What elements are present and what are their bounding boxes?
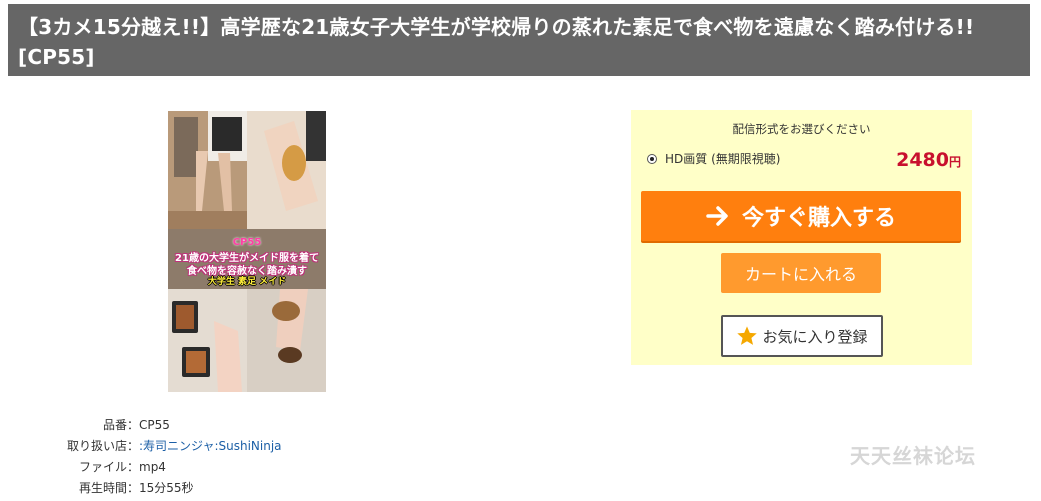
detail-label: 品番： [102, 418, 139, 432]
purchase-box: 配信形式をお選びください HD画質 (無期限視聴) 2480円 今すぐ購入する … [631, 110, 972, 365]
thumbnail-code: CP55 [232, 237, 262, 248]
thumbnail-tags: 大学生 素足 メイド [207, 277, 287, 287]
shop-link[interactable]: :寿司ニンジャ:SushiNinja [139, 439, 282, 453]
product-title: 【3カメ15分越え!!】高学歴な21歳女子大学生が学校帰りの蒸れた素足で食べ物を… [18, 15, 975, 69]
format-option-hd[interactable]: HD画質 (無期限視聴) [647, 150, 780, 167]
detail-label: ファイル： [78, 460, 139, 474]
product-details: 品番： CP55 取り扱い店： :寿司ニンジャ:SushiNinja ファイル：… [55, 415, 375, 499]
arrow-right-icon [706, 206, 728, 226]
favorite-label: お気に入り登録 [762, 327, 868, 346]
detail-label: 取り扱い店： [66, 439, 139, 453]
detail-row-duration: 再生時間： 15分55秒 [55, 478, 375, 499]
format-heading: 配信形式をお選びください [732, 122, 871, 136]
format-option-label: HD画質 (無期限視聴) [665, 152, 781, 166]
price-value: 2480 [896, 149, 949, 171]
detail-row-file: ファイル： mp4 [55, 457, 375, 478]
watermark: 天天丝袜论坛 [850, 444, 976, 468]
add-favorite-button[interactable]: お気に入り登録 [721, 315, 883, 357]
add-to-cart-button[interactable]: カートに入れる [721, 253, 881, 293]
price: 2480円 [896, 149, 961, 171]
format-radio[interactable] [647, 153, 657, 164]
detail-value: 15分55秒 [139, 481, 194, 495]
detail-row-code: 品番： CP55 [55, 415, 375, 436]
star-icon [737, 326, 758, 345]
product-title-bar: 【3カメ15分越え!!】高学歴な21歳女子大学生が学校帰りの蒸れた素足で食べ物を… [8, 4, 1030, 76]
product-thumbnail[interactable]: CP55 21歳の大学生がメイド服を着て 食べ物を容赦なく踏み潰す 大学生 素足… [168, 111, 326, 392]
detail-row-shop: 取り扱い店： :寿司ニンジャ:SushiNinja [55, 436, 375, 457]
detail-value: CP55 [139, 418, 170, 432]
detail-value: mp4 [139, 460, 166, 474]
detail-label: 再生時間： [78, 481, 139, 495]
buy-now-button[interactable]: 今すぐ購入する [641, 191, 961, 241]
buy-now-label: 今すぐ購入する [741, 206, 896, 231]
price-unit: 円 [948, 155, 961, 169]
